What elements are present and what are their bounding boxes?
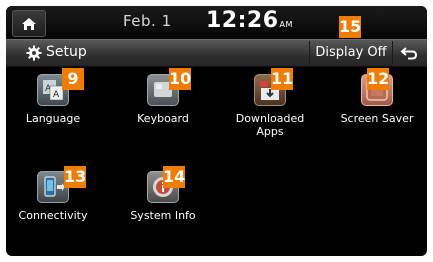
back-arrow-icon [400, 46, 418, 59]
downloaded-apps-item[interactable]: Downloaded Apps [224, 66, 316, 146]
status-bar: Feb. 1 12:26AM [6, 6, 427, 39]
display-off-button[interactable]: Display Off [309, 41, 393, 64]
callout-badge-screen-saver: 12 [367, 68, 390, 90]
callout-badge-connectivity: 13 [64, 166, 87, 188]
title-bar: Setup Display Off [6, 39, 427, 67]
callout-badge-downloaded-apps: 11 [271, 68, 294, 90]
keyboard-item[interactable]: Keyboard [117, 66, 209, 146]
system-info-label: System Info [130, 209, 196, 222]
gear-icon [26, 45, 42, 61]
home-icon [22, 17, 36, 30]
back-button[interactable] [392, 41, 426, 64]
callout-badge-system-info: 14 [163, 166, 186, 188]
clock-ampm: AM [279, 20, 293, 29]
callout-badge-keyboard: 10 [169, 68, 192, 90]
home-button[interactable] [12, 10, 46, 37]
clock-time: 12:26 [206, 8, 279, 33]
connectivity-label: Connectivity [18, 209, 88, 222]
downloaded-apps-label: Downloaded Apps [224, 112, 316, 138]
date-display: Feb. 1 [123, 12, 172, 30]
screen-saver-label: Screen Saver [340, 112, 414, 125]
clock-display: 12:26AM [206, 8, 293, 33]
head-unit-screen: Feb. 1 12:26AM Setup Display Off 15 A A … [6, 6, 427, 256]
keyboard-label: Keyboard [137, 112, 189, 125]
downloaded-apps-label-line2: Apps [256, 125, 284, 138]
page-title: Setup [46, 44, 87, 60]
downloaded-apps-label-line1: Downloaded [235, 112, 305, 125]
svg-text:A: A [53, 90, 60, 100]
callout-badge-language: 9 [62, 68, 84, 90]
language-label: Language [25, 112, 81, 125]
callout-badge-display-off: 15 [339, 16, 362, 38]
language-item[interactable]: A A Language [7, 66, 99, 146]
